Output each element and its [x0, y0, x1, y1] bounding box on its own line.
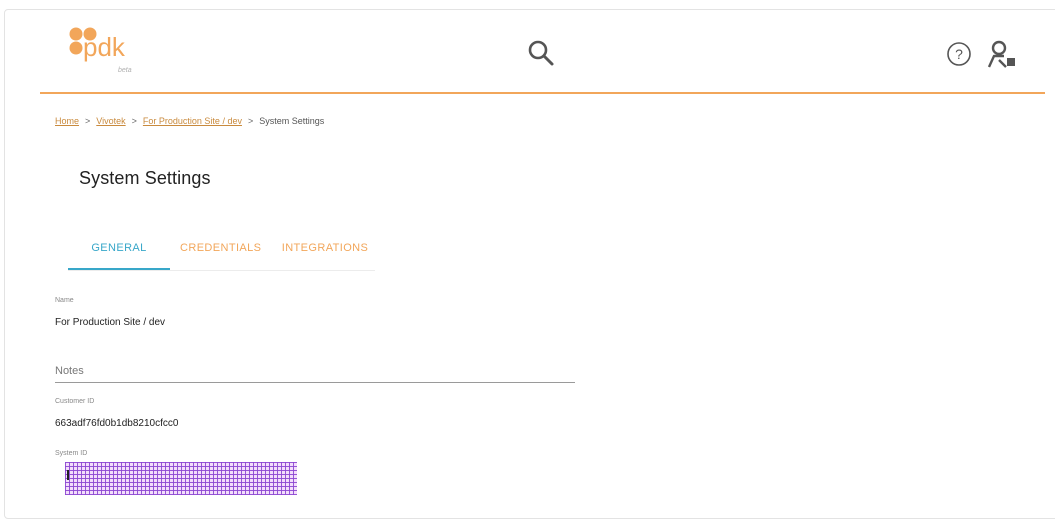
page-title: System Settings: [79, 168, 211, 188]
header-divider: [40, 92, 1045, 94]
user-account-icon[interactable]: [986, 38, 1020, 70]
search-icon[interactable]: [526, 38, 556, 68]
breadcrumb-site-link[interactable]: For Production Site / dev: [143, 116, 242, 126]
breadcrumb-separator: >: [247, 116, 254, 126]
system-id-redacted-value: [65, 462, 297, 495]
svg-text:pdk: pdk: [83, 32, 126, 62]
notes-input[interactable]: [55, 360, 575, 383]
redaction-edge: [67, 470, 69, 480]
breadcrumb-current: System Settings: [259, 116, 325, 126]
pdk-logo[interactable]: pdk beta: [68, 26, 148, 78]
name-value: For Production Site / dev: [55, 317, 166, 328]
customer-id-label: Customer ID: [55, 398, 95, 405]
tab-integrations[interactable]: INTEGRATIONS: [280, 238, 370, 268]
breadcrumb-vivotek-link[interactable]: Vivotek: [96, 116, 125, 126]
tab-general[interactable]: GENERAL: [68, 238, 170, 270]
customer-id-value: 663adf76fd0b1db8210cfcc0: [55, 418, 179, 429]
svg-text:beta: beta: [118, 67, 132, 74]
breadcrumb-home-link[interactable]: Home: [55, 116, 79, 126]
help-circle-icon[interactable]: ?: [945, 40, 973, 68]
breadcrumb-separator: >: [131, 116, 137, 126]
system-id-label: System ID: [55, 450, 88, 457]
settings-tabs: GENERAL CREDENTIALS INTEGRATIONS: [68, 238, 375, 271]
name-label: Name: [55, 297, 74, 304]
svg-text:?: ?: [955, 46, 963, 62]
breadcrumb-separator: >: [85, 116, 91, 126]
app-header: pdk beta ?: [0, 0, 1055, 95]
breadcrumb: Home > Vivotek > For Production Site / dev > S…: [55, 116, 324, 126]
tab-credentials[interactable]: CREDENTIALS: [180, 238, 261, 268]
